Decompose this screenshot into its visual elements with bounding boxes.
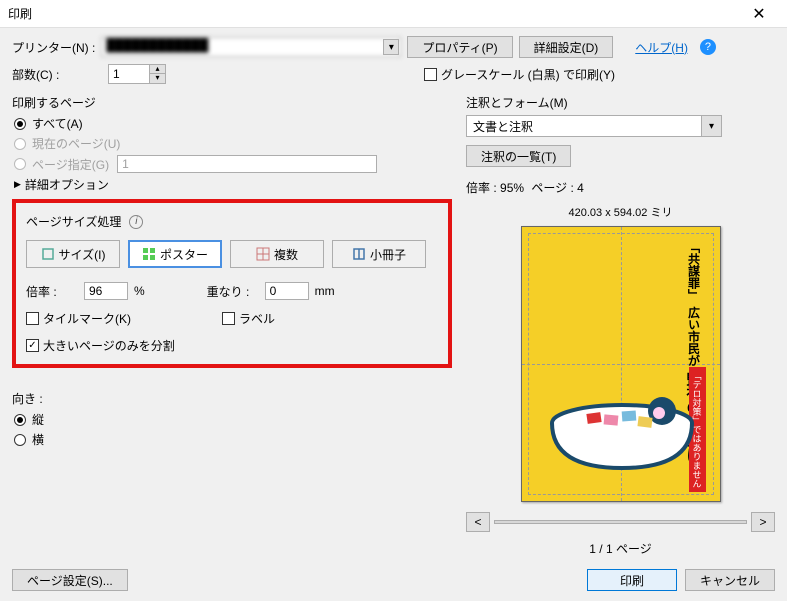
zoom-label: 倍率 : [466, 181, 497, 195]
radio-current[interactable]: 現在のページ(U) [14, 135, 452, 152]
window-title: 印刷 [8, 5, 739, 22]
preview-dimensions: 420.03 x 594.02 ミリ [466, 204, 775, 220]
copies-spinner[interactable]: ▴▾ [108, 64, 166, 84]
tilemark-checkbox[interactable]: タイルマーク(K) [26, 310, 216, 327]
grayscale-checkbox[interactable]: グレースケール (白黒) で印刷(Y) [424, 66, 615, 83]
ratio-label: 倍率 : [26, 283, 78, 300]
tab-multi[interactable]: 複数 [230, 240, 324, 268]
help-icon[interactable]: ? [700, 39, 716, 55]
orientation-title: 向き : [12, 390, 452, 407]
print-button[interactable]: 印刷 [587, 569, 677, 591]
printer-select[interactable]: ████████████ ▾ [101, 37, 401, 57]
tab-poster[interactable]: ポスター [128, 240, 222, 268]
chevron-down-icon: ▾ [383, 39, 399, 55]
prev-page-button[interactable]: < [466, 512, 490, 532]
advanced-settings-button[interactable]: 詳細設定(D) [519, 36, 614, 58]
printer-label: プリンター(N) : [12, 39, 95, 56]
zoom-value: 95% [500, 181, 524, 195]
radio-all[interactable]: すべて(A) [14, 115, 452, 132]
next-page-button[interactable]: > [751, 512, 775, 532]
overlap-input[interactable] [265, 282, 309, 300]
preview-thumbnail: 「共謀罪」 広い市民が 監視の 対象に 「テロ対策」ではありません [521, 226, 721, 502]
radio-portrait[interactable]: 縦 [14, 411, 452, 428]
annotations-title: 注釈とフォーム(M) [466, 94, 775, 111]
info-icon[interactable]: i [129, 215, 143, 229]
ratio-input[interactable] [84, 282, 128, 300]
cancel-button[interactable]: キャンセル [685, 569, 775, 591]
copies-input[interactable] [109, 65, 149, 83]
pages-value: 4 [577, 181, 584, 195]
overlap-label: 重なり : [207, 283, 259, 300]
annotations-list-button[interactable]: 注釈の一覧(T) [466, 145, 571, 167]
close-icon[interactable]: ✕ [739, 0, 779, 28]
copies-label: 部数(C) : [12, 66, 102, 83]
pages-input[interactable] [117, 155, 377, 173]
page-indicator: 1 / 1 ページ [466, 540, 775, 557]
annotations-select[interactable]: 文書と注釈 ▾ [466, 115, 722, 137]
radio-pages[interactable]: ページ指定(G) [14, 155, 452, 173]
tab-booklet[interactable]: 小冊子 [332, 240, 426, 268]
properties-button[interactable]: プロパティ(P) [407, 36, 512, 58]
radio-landscape[interactable]: 横 [14, 431, 452, 448]
pagesize-title: ページサイズ処理 [26, 213, 121, 230]
chevron-down-icon: ▾ [701, 116, 721, 136]
print-range-title: 印刷するページ [12, 94, 452, 111]
split-large-checkbox[interactable]: ✓大きいページのみを分割 [26, 337, 175, 354]
pages-label: ページ : [531, 181, 573, 195]
spinner-down-icon[interactable]: ▾ [150, 74, 165, 83]
page-slider[interactable] [494, 520, 747, 524]
label-checkbox[interactable]: ラベル [222, 310, 275, 327]
tab-size[interactable]: サイズ(I) [26, 240, 120, 268]
page-setup-button[interactable]: ページ設定(S)... [12, 569, 128, 591]
triangle-right-icon: ▶ [14, 179, 21, 190]
help-link[interactable]: ヘルプ(H) [635, 39, 688, 56]
advanced-options-toggle[interactable]: ▶詳細オプション [14, 176, 452, 193]
